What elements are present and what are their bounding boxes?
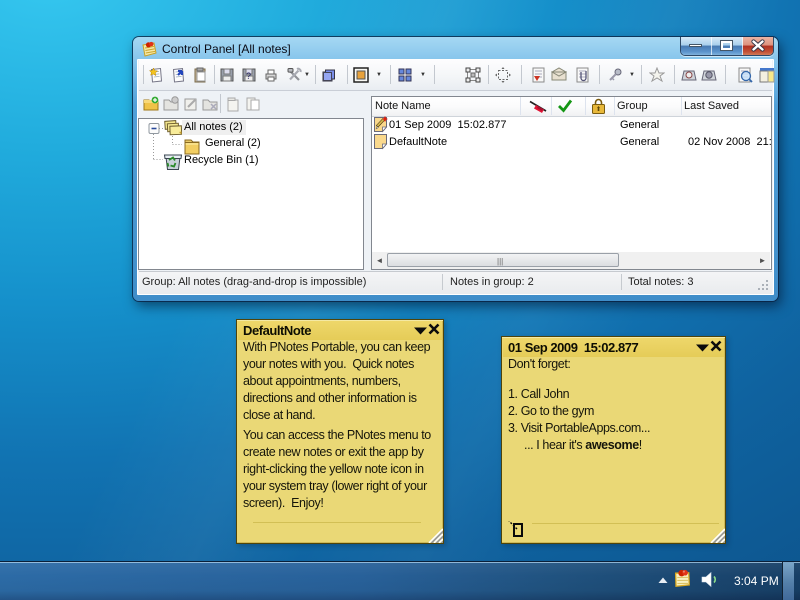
svg-text:?: ? bbox=[246, 71, 251, 81]
